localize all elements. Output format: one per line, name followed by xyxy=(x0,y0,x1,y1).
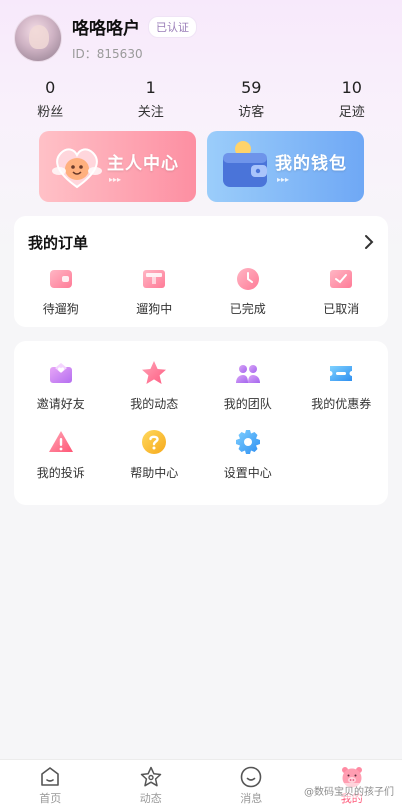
tool-my-coupons[interactable]: 我的优惠券 xyxy=(295,359,389,428)
stat-visitors[interactable]: 59 访客 xyxy=(201,78,302,120)
order-label: 遛狗中 xyxy=(136,302,173,316)
name-row: 咯咯咯户 已认证 xyxy=(72,14,197,39)
tool-my-moments[interactable]: 我的动态 xyxy=(108,359,202,428)
tool-label: 设置中心 xyxy=(223,466,272,480)
check-envelope-icon xyxy=(328,266,354,292)
order-status-row: 待遛狗 遛狗中 已完成 已取消 xyxy=(14,266,388,317)
stats-row: 0 粉丝 1 关注 59 访客 10 足迹 xyxy=(0,78,402,120)
tool-settings-center[interactable]: 设置中心 xyxy=(201,428,295,497)
tab-label: 首页 xyxy=(39,792,62,805)
host-center-title: 主人中心 xyxy=(107,154,179,174)
user-id: ID：815630 xyxy=(72,47,143,61)
warning-icon xyxy=(47,428,75,456)
book-icon xyxy=(141,266,167,292)
tool-label: 我的优惠券 xyxy=(311,397,372,411)
smile-icon xyxy=(239,765,263,789)
tab-label: 动态 xyxy=(139,792,162,805)
tool-label: 我的动态 xyxy=(130,397,179,411)
invite-envelope-icon xyxy=(47,359,75,387)
tool-my-complaints[interactable]: 我的投诉 xyxy=(14,428,108,497)
tool-help-center[interactable]: 帮助中心 xyxy=(108,428,202,497)
tools-card: 邀请好友 我的动态 我的团队 我的优惠券 我的投诉 帮助中心 设置中心 xyxy=(14,341,388,505)
stat-value: 0 xyxy=(45,78,56,97)
stat-footprints[interactable]: 10 足迹 xyxy=(302,78,402,120)
banner-row: 主人中心 ▸▸▸ 我的钱包 ▸▸▸ xyxy=(39,131,364,202)
tool-label: 帮助中心 xyxy=(130,466,179,480)
watermark-text: @数码宝贝的孩子们 xyxy=(302,783,396,798)
tab-moments[interactable]: 动态 xyxy=(101,760,202,806)
orders-title: 我的订单 xyxy=(28,234,89,252)
tool-label: 我的团队 xyxy=(223,397,272,411)
stat-following[interactable]: 1 关注 xyxy=(101,78,202,120)
orders-card: 我的订单 待遛狗 遛狗中 已完成 已取消 xyxy=(14,216,388,327)
order-completed[interactable]: 已完成 xyxy=(201,266,295,317)
stat-label: 关注 xyxy=(137,105,164,120)
stat-label: 访客 xyxy=(238,105,265,120)
tool-label: 我的投诉 xyxy=(36,466,85,480)
order-label: 已完成 xyxy=(229,302,266,316)
host-center-banner[interactable]: 主人中心 ▸▸▸ xyxy=(39,131,196,202)
tool-my-team[interactable]: 我的团队 xyxy=(201,359,295,428)
stat-fans[interactable]: 0 粉丝 xyxy=(0,78,101,120)
heart-mascot-icon xyxy=(49,139,105,199)
wallet-icon xyxy=(217,139,273,199)
tool-grid: 邀请好友 我的动态 我的团队 我的优惠券 我的投诉 帮助中心 设置中心 xyxy=(14,359,388,497)
banner-arrows-icon: ▸▸▸ xyxy=(109,175,122,184)
help-icon xyxy=(140,428,168,456)
wallet-banner[interactable]: 我的钱包 ▸▸▸ xyxy=(207,131,364,202)
gear-icon xyxy=(234,428,262,456)
banner-arrows-icon: ▸▸▸ xyxy=(277,175,290,184)
order-pending[interactable]: 待遛狗 xyxy=(14,266,108,317)
stat-label: 足迹 xyxy=(338,105,365,120)
tool-invite-friends[interactable]: 邀请好友 xyxy=(14,359,108,428)
username: 咯咯咯户 xyxy=(72,19,140,39)
stat-value: 1 xyxy=(145,78,156,97)
stat-value: 10 xyxy=(341,78,362,97)
tab-home[interactable]: 首页 xyxy=(0,760,101,806)
coupon-icon xyxy=(327,359,355,387)
order-label: 已取消 xyxy=(323,302,360,316)
stat-value: 59 xyxy=(241,78,262,97)
profile-section[interactable]: 咯咯咯户 已认证 ID：815630 xyxy=(14,14,197,62)
clock-icon xyxy=(235,266,261,292)
star-outline-icon xyxy=(139,765,163,789)
chevron-right-icon[interactable] xyxy=(364,234,374,254)
verified-badge: 已认证 xyxy=(148,15,197,38)
wallet-title: 我的钱包 xyxy=(275,154,347,174)
team-icon xyxy=(234,359,262,387)
home-icon xyxy=(38,765,62,789)
tool-label: 邀请好友 xyxy=(36,397,85,411)
tab-messages[interactable]: 消息 xyxy=(201,760,302,806)
tab-label: 消息 xyxy=(240,792,263,805)
wallet-card-icon xyxy=(48,266,74,292)
order-in-progress[interactable]: 遛狗中 xyxy=(108,266,202,317)
star-icon xyxy=(140,359,168,387)
profile-text: 咯咯咯户 已认证 ID：815630 xyxy=(72,14,197,62)
avatar[interactable] xyxy=(14,14,62,62)
stat-label: 粉丝 xyxy=(37,105,64,120)
bottom-tab-bar: 首页 动态 消息 我的 @数码宝贝的孩子们 xyxy=(0,759,402,806)
order-label: 待遛狗 xyxy=(42,302,79,316)
order-cancelled[interactable]: 已取消 xyxy=(295,266,389,317)
